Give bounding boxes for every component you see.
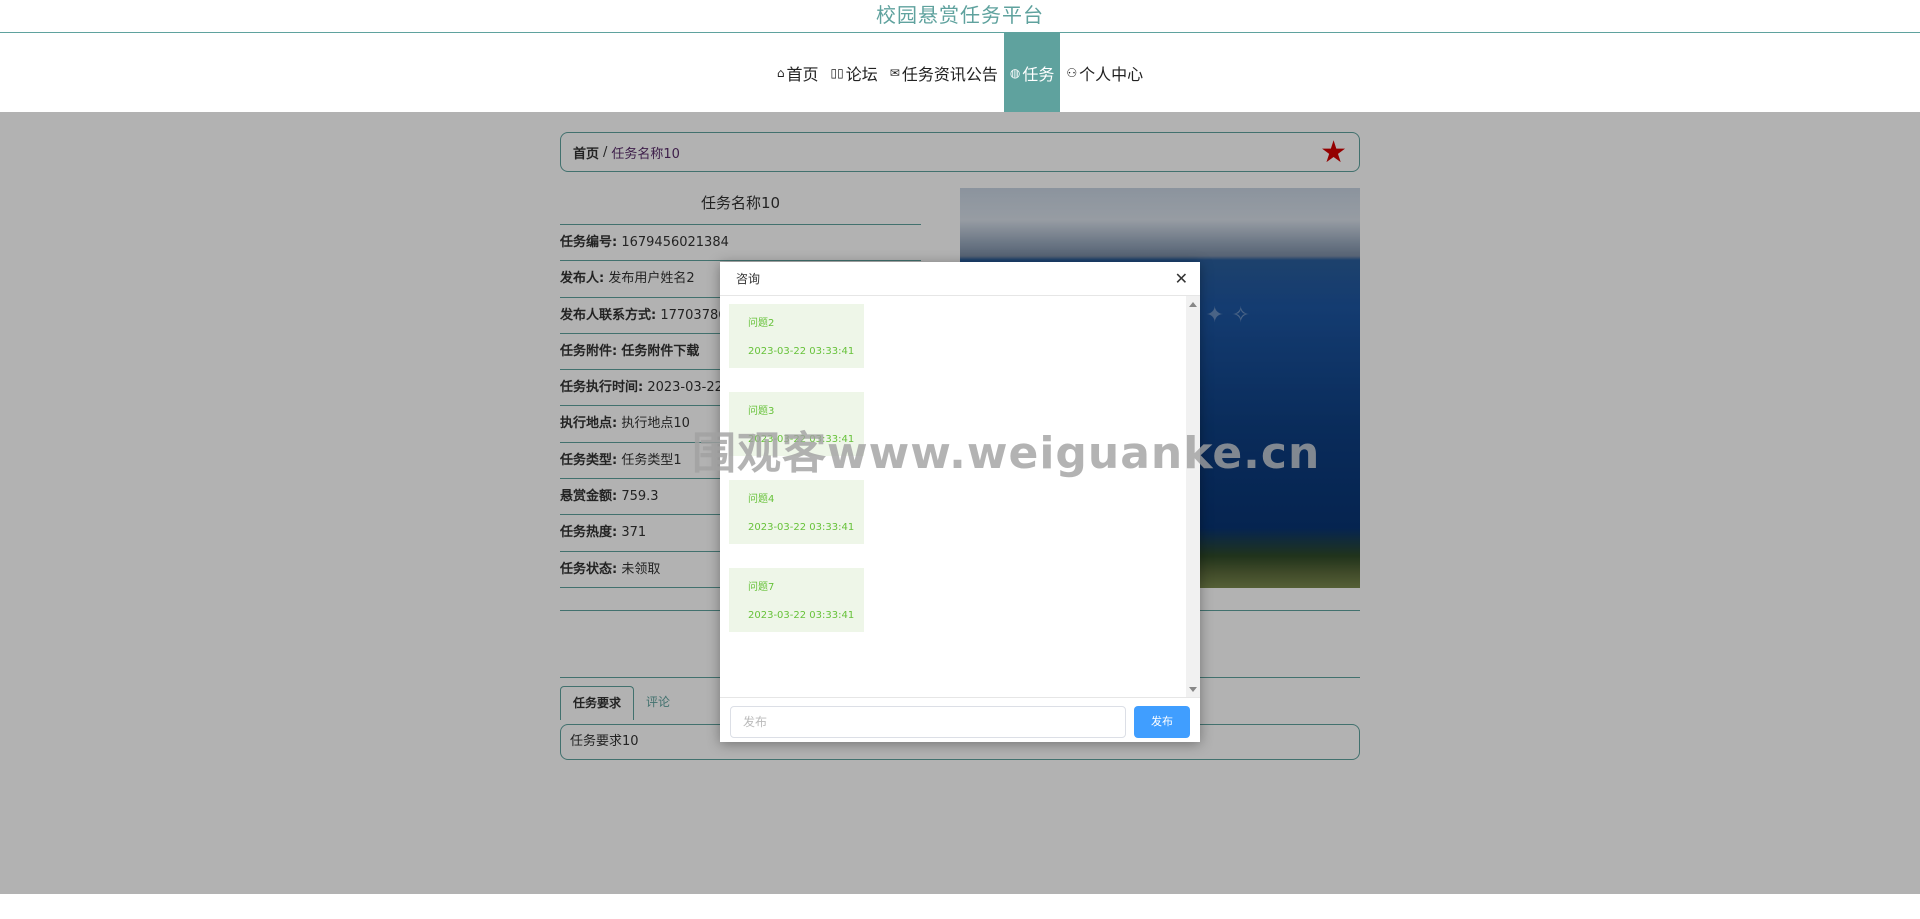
top-bar: 校园悬赏任务平台 <box>0 0 1920 33</box>
consult-dialog: 咨询 ✕ 问题2 2023-03-22 03:33:41 问题3 2023-03… <box>720 262 1200 742</box>
mail-icon: ✉ <box>889 65 900 80</box>
close-icon[interactable]: ✕ <box>1175 269 1188 288</box>
forum-icon: ▯▯ <box>830 65 844 80</box>
consult-input[interactable]: 发布 <box>730 706 1126 738</box>
nav-profile-label: 个人中心 <box>1079 64 1144 84</box>
user-icon: ⚇ <box>1066 65 1078 80</box>
nav-news-label: 任务资讯公告 <box>901 64 998 84</box>
nav-news[interactable]: ✉ 任务资讯公告 <box>884 33 1004 112</box>
list-item: 问题7 2023-03-22 03:33:41 <box>729 568 864 632</box>
nav-profile[interactable]: ⚇ 个人中心 <box>1060 33 1149 112</box>
submit-button[interactable]: 发布 <box>1134 706 1190 738</box>
dialog-title: 咨询 <box>736 272 761 286</box>
nav-task[interactable]: ◍ 任务 <box>1003 33 1061 112</box>
message-time: 2023-03-22 03:33:41 <box>748 522 855 533</box>
globe-icon: ◍ <box>1009 65 1021 80</box>
dialog-header: 咨询 ✕ <box>720 262 1200 296</box>
list-item: 问题2 2023-03-22 03:33:41 <box>729 304 864 368</box>
nav-forum[interactable]: ▯▯ 论坛 <box>825 33 884 112</box>
message-question: 问题2 <box>748 318 775 329</box>
home-icon: ⌂ <box>776 65 785 80</box>
site-watermark: 围观客www.weiguanke.cn <box>692 428 1321 479</box>
message-question: 问题4 <box>748 494 775 505</box>
dialog-body: 问题2 2023-03-22 03:33:41 问题3 2023-03-22 0… <box>720 296 1200 698</box>
message-time: 2023-03-22 03:33:41 <box>748 610 855 621</box>
scrollbar[interactable] <box>1186 296 1200 698</box>
nav-forum-label: 论坛 <box>845 64 878 84</box>
dialog-footer: 发布 发布 <box>720 697 1200 742</box>
message-time: 2023-03-22 03:33:41 <box>748 346 855 357</box>
list-item: 问题4 2023-03-22 03:33:41 <box>729 480 864 544</box>
scroll-up-icon[interactable] <box>1189 302 1197 307</box>
main-nav: ⌂ 首页 ▯▯ 论坛 ✉ 任务资讯公告 ◍ 任务 ⚇ 个人中心 <box>0 33 1920 112</box>
site-title: 校园悬赏任务平台 <box>876 3 1044 27</box>
message-question: 问题7 <box>748 582 775 593</box>
nav-home-label: 首页 <box>786 64 819 84</box>
nav-task-label: 任务 <box>1022 64 1055 84</box>
nav-home[interactable]: ⌂ 首页 <box>771 33 825 112</box>
scroll-down-icon[interactable] <box>1189 687 1197 692</box>
